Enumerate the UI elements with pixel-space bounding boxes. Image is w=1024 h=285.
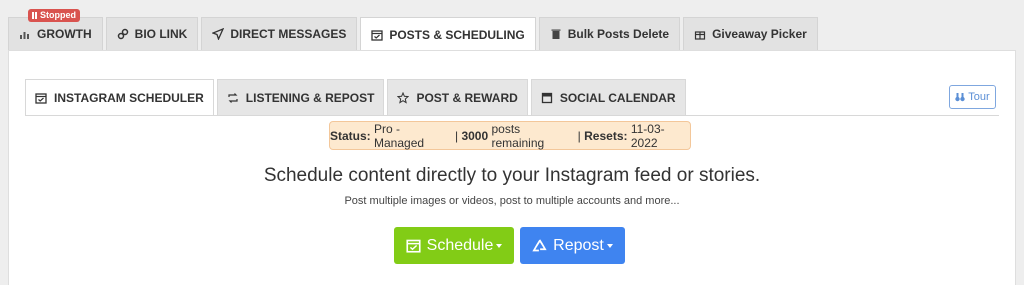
tab-label: DIRECT MESSAGES — [230, 27, 347, 41]
calendar-check-icon — [371, 29, 383, 41]
main-tab-bar: Stopped GROWTH BIO LINK DIRECT MESSAGES … — [8, 9, 821, 51]
subtab-label: POST & REWARD — [416, 90, 518, 105]
star-icon — [397, 91, 410, 104]
tab-label: Bulk Posts Delete — [567, 27, 670, 41]
tab-label: POSTS & SCHEDULING — [389, 27, 525, 42]
page-subheadline: Post multiple images or videos, post to … — [344, 195, 680, 207]
tab-label: GROWTH — [37, 27, 92, 41]
calendar-check-icon — [35, 93, 47, 104]
gift-icon — [694, 31, 706, 40]
tab-bio-link[interactable]: BIO LINK — [105, 17, 199, 50]
tab-label: Giveaway Picker — [712, 27, 807, 41]
caret-down-icon — [496, 243, 503, 248]
caret-down-icon — [606, 243, 613, 248]
calendar-check-icon — [406, 239, 421, 253]
trash-icon — [551, 29, 561, 39]
pause-icon — [32, 12, 37, 19]
subtab-label: INSTAGRAM SCHEDULER — [54, 91, 204, 105]
stopped-badge: Stopped — [28, 9, 80, 22]
repost-dropdown-button[interactable]: Repost — [520, 227, 625, 264]
subtab-label: SOCIAL CALENDAR — [559, 90, 676, 105]
sub-tab-bar: INSTAGRAM SCHEDULER LISTENING & REPOST P… — [25, 79, 689, 116]
tab-bulk-posts-delete[interactable]: Bulk Posts Delete — [538, 17, 681, 50]
binoculars-icon — [955, 93, 965, 102]
subtab-label: LISTENING & REPOST — [245, 90, 375, 105]
subtab-listening-repost[interactable]: LISTENING & REPOST — [216, 79, 385, 115]
tab-giveaway-picker[interactable]: Giveaway Picker — [683, 17, 818, 50]
subtab-divider — [25, 115, 999, 116]
calendar-icon — [541, 92, 552, 103]
bar-chart-icon — [20, 32, 29, 39]
tab-posts-scheduling[interactable]: POSTS & SCHEDULING — [360, 17, 536, 51]
tour-button[interactable]: Tour — [949, 85, 996, 109]
status-bar: Status: Pro - Managed | 3000 posts remai… — [329, 121, 691, 150]
recycle-icon — [532, 239, 547, 252]
tab-label: BIO LINK — [134, 27, 188, 41]
tab-growth[interactable]: Stopped GROWTH — [8, 9, 103, 50]
subtab-post-reward[interactable]: POST & REWARD — [387, 79, 528, 115]
schedule-dropdown-button[interactable]: Schedule — [394, 227, 514, 264]
retweet-icon — [228, 92, 238, 103]
tab-direct-messages[interactable]: DIRECT MESSAGES — [201, 17, 358, 50]
subtab-social-calendar[interactable]: SOCIAL CALENDAR — [530, 79, 686, 115]
paper-plane-icon — [212, 28, 225, 40]
subtab-instagram-scheduler[interactable]: INSTAGRAM SCHEDULER — [25, 79, 214, 116]
page-headline: Schedule content directly to your Instag… — [263, 165, 761, 186]
content-panel: INSTAGRAM SCHEDULER LISTENING & REPOST P… — [8, 50, 1016, 285]
link-icon — [117, 28, 128, 40]
